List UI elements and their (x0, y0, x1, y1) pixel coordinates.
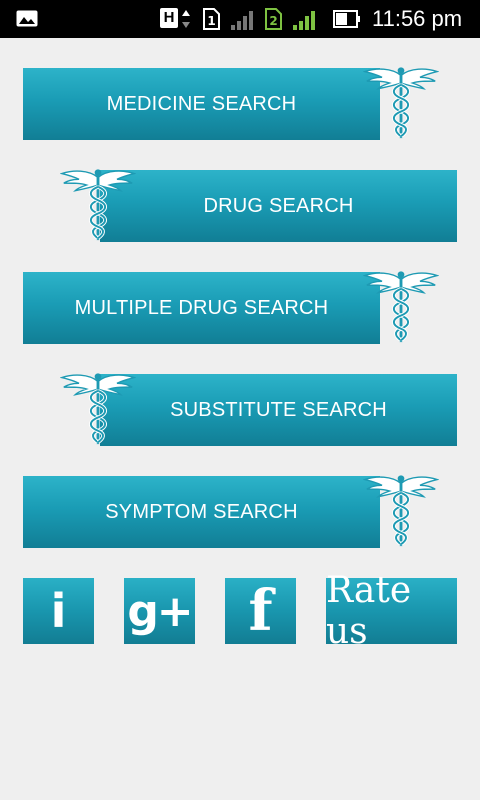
caduceus-icon (60, 370, 136, 446)
status-bar: H 1 2 11:56 pm (0, 0, 480, 38)
info-button[interactable]: i (23, 578, 94, 644)
multiple-drug-search-button[interactable]: MULTIPLE DRUG SEARCH (23, 272, 380, 344)
rate-us-button[interactable]: Rate us (326, 570, 457, 652)
battery-icon (333, 10, 360, 28)
facebook-icon: f (248, 578, 273, 644)
google-plus-icon: g+ (127, 585, 193, 637)
network-type-badge: H (160, 8, 178, 28)
info-icon: i (50, 584, 67, 638)
svg-text:2: 2 (269, 14, 277, 28)
sim1-icon: 1 (203, 8, 220, 30)
signal2-icon (293, 11, 315, 30)
symptom-search-button[interactable]: SYMPTOM SEARCH (23, 476, 380, 548)
caduceus-icon (363, 268, 439, 344)
rate-us-label: Rate us (326, 570, 412, 652)
substitute-search-button[interactable]: SUBSTITUTE SEARCH (100, 374, 457, 446)
signal1-icon (231, 11, 253, 30)
network-arrows-icon (182, 10, 190, 28)
drug-search-label: DRUG SEARCH (203, 194, 354, 217)
drug-search-button[interactable]: DRUG SEARCH (100, 170, 457, 242)
clock: 11:56 pm (372, 6, 463, 31)
gallery-icon (16, 10, 38, 27)
caduceus-icon (363, 64, 439, 140)
medicine-search-button[interactable]: MEDICINE SEARCH (23, 68, 380, 140)
substitute-search-label: SUBSTITUTE SEARCH (170, 398, 387, 421)
symptom-search-label: SYMPTOM SEARCH (105, 500, 298, 523)
medicine-search-label: MEDICINE SEARCH (106, 92, 297, 115)
multiple-drug-search-label: MULTIPLE DRUG SEARCH (74, 296, 329, 319)
caduceus-icon (363, 472, 439, 548)
svg-text:1: 1 (207, 14, 215, 28)
caduceus-icon (60, 166, 136, 242)
facebook-button[interactable]: f (225, 578, 296, 644)
google-plus-button[interactable]: g+ (124, 578, 195, 644)
sim2-icon: 2 (265, 8, 282, 30)
